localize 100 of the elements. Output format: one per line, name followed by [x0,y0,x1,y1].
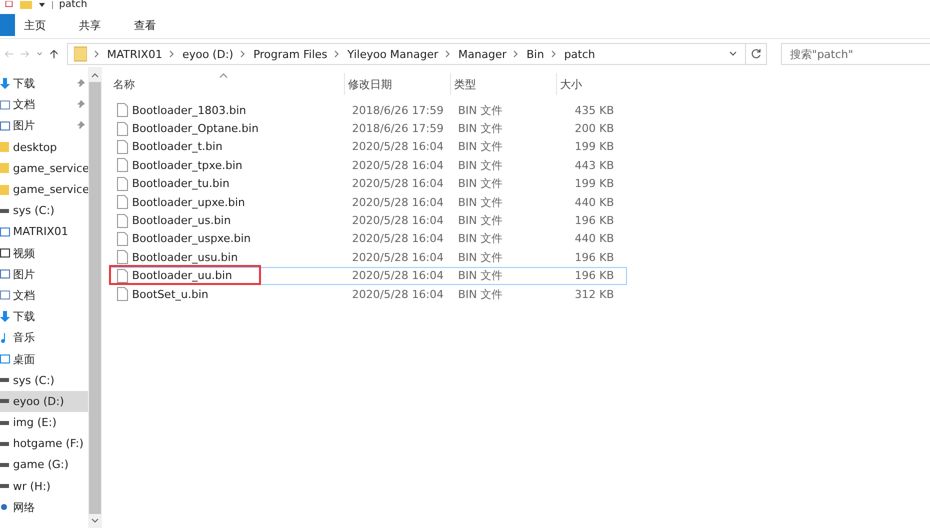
sidebar-item[interactable]: 文档 [0,284,88,306]
date-cell-text: 2020/5/28 16:04 [351,269,445,282]
folder-icon [74,46,88,62]
sidebar-item[interactable]: game_service [0,158,88,179]
type-cell-text: BIN 文件 [457,194,504,210]
size-cell-text: 440 KB [574,232,615,246]
type-cell-text: BIN 文件 [457,102,504,118]
up-arrow-icon[interactable] [49,47,60,61]
file-row[interactable]: Bootloader_uu.bin 2020/5/28 16:04 BIN 文件 196 KB [110,266,627,285]
chevron-right-icon[interactable] [240,50,246,58]
sidebar-item[interactable]: 文档 [0,94,88,116]
file-name: Bootloader_uspxe.bin [132,232,251,246]
address-bar[interactable]: MATRIX01 eyoo (D:) Program Files Yileyoo Manager Manager Bin patch [67,43,768,65]
breadcrumb[interactable]: Yileyoo Manager [347,48,438,60]
sidebar-item[interactable]: 下载 [0,306,88,328]
sidebar-item[interactable]: hotgame (F:) [0,433,88,454]
file-row[interactable]: BootSet_u.bin 2020/5/28 16:04 BIN 文件 312 KB [110,284,627,304]
type-cell-text: BIN 文件 [457,250,504,265]
drive-icon [0,442,9,446]
file-icon [117,268,128,283]
folder-icon [0,184,10,196]
search-field[interactable]: 搜索"patch" [781,43,930,65]
sidebar-item[interactable]: 图片 [0,115,88,137]
download-arrow-icon [0,78,10,90]
sidebar-item[interactable]: sys (C:) [0,370,88,391]
file-row[interactable]: Bootloader_tu.bin 2020/5/28 16:04 BIN 文件 199 KB [110,174,627,193]
file-icon [117,176,128,191]
type-cell-text: BIN 文件 [457,139,504,154]
file-row[interactable]: Bootloader_Optane.bin 2018/6/26 17:59 BIN 文件 200 KB [110,119,627,138]
chevron-right-icon[interactable] [551,50,558,58]
column-header[interactable]: 类型 [451,73,557,95]
file-row[interactable]: Bootloader_1803.bin 2018/6/26 17:59 BIN 文件 435 KB [110,101,627,120]
breadcrumb[interactable]: Program Files [253,48,328,60]
file-row[interactable]: Bootloader_tpxe.bin 2020/5/28 16:04 BIN 文件 443 KB [110,156,627,175]
column-header[interactable]: 名称 [110,73,345,95]
breadcrumb[interactable]: patch [564,48,596,60]
column-header[interactable]: 大小 [557,73,617,95]
file-name: Bootloader_t.bin [132,140,222,154]
sidebar-item[interactable]: 网络 [0,496,88,518]
scroll-up-icon[interactable] [91,72,99,78]
date-cell-text: 2020/5/28 16:04 [351,196,445,209]
ribbon-tab[interactable]: 查看 [134,18,180,32]
type-cell-text: BIN 文件 [457,176,504,192]
refresh-icon[interactable] [750,48,762,60]
ribbon-tab[interactable]: 主页 [24,18,70,32]
sidebar-item[interactable]: 图片 [0,264,88,285]
chevron-right-icon[interactable] [334,50,340,58]
file-name: Bootloader_upxe.bin [132,196,246,209]
breadcrumb[interactable]: Bin [526,48,544,60]
file-row[interactable]: Bootloader_uspxe.bin 2020/5/28 16:04 BIN 文件 440 KB [110,230,627,248]
sidebar-item[interactable]: MATRIX01 [0,221,88,242]
sidebar-item[interactable]: game_service [0,178,88,200]
chevron-right-icon[interactable] [94,50,100,58]
date-cell-text: 2020/5/28 16:04 [351,288,445,301]
chevron-right-icon[interactable] [513,50,520,58]
chevron-right-icon[interactable] [169,50,176,58]
size-cell-text: 199 KB [574,140,615,154]
sidebar-item[interactable]: desktop [0,136,88,158]
drive-icon [0,420,9,425]
breadcrumb[interactable]: MATRIX01 [107,48,162,60]
file-icon [117,158,128,172]
file-icon [117,250,128,264]
scroll-thumb[interactable] [89,82,101,514]
size-cell-text: 435 KB [574,104,615,117]
ribbon-tab[interactable]: 共享 [79,18,125,32]
date-cell-text: 2020/5/28 16:04 [351,214,445,228]
file-icon [117,195,128,210]
sidebar-item[interactable]: sys (C:) [0,200,88,222]
sidebar-item[interactable]: wr (H:) [0,476,88,497]
type-cell-text: BIN 文件 [457,158,504,173]
sidebar-item[interactable]: 音乐 [0,327,88,348]
scrollbar[interactable] [88,67,102,528]
scroll-down-icon[interactable] [91,518,99,524]
file-row[interactable]: Bootloader_upxe.bin 2020/5/28 16:04 BIN 文件 440 KB [110,192,627,212]
type-cell-text: BIN 文件 [457,121,504,136]
file-row[interactable]: Bootloader_t.bin 2020/5/28 16:04 BIN 文件 199 KB [110,138,627,156]
file-icon [117,140,128,154]
column-header[interactable]: 修改日期 [345,73,451,95]
file-icon [117,103,128,118]
size-cell-text: 312 KB [574,288,615,301]
size-cell-text: 443 KB [574,158,615,172]
breadcrumb[interactable]: eyoo (D:) [182,48,234,60]
breadcrumb[interactable]: Manager [458,48,506,60]
checkbox-icon[interactable] [4,1,14,9]
file-name: Bootloader_tu.bin [132,177,230,190]
sort-caret-icon [219,73,228,78]
download-arrow-icon [0,310,10,323]
sidebar-item[interactable]: game (G:) [0,454,88,476]
sidebar-item[interactable]: img (E:) [0,412,88,434]
chevron-right-icon[interactable] [445,50,452,58]
sidebar-item[interactable]: 下载 [0,73,88,94]
file-name: Bootloader_uu.bin [132,269,232,282]
sidebar-item[interactable]: 桌面 [0,348,88,370]
file-row[interactable]: Bootloader_us.bin 2020/5/28 16:04 BIN 文件 196 KB [110,211,627,230]
size-cell-text: 196 KB [574,269,615,282]
sidebar-item[interactable]: 视频 [0,242,88,264]
caret-icon[interactable] [38,1,46,9]
drive-icon [0,399,9,404]
sidebar-item[interactable]: eyoo (D:) [0,390,88,412]
file-row[interactable]: Bootloader_usu.bin 2020/5/28 16:04 BIN 文件 196 KB [110,248,627,267]
